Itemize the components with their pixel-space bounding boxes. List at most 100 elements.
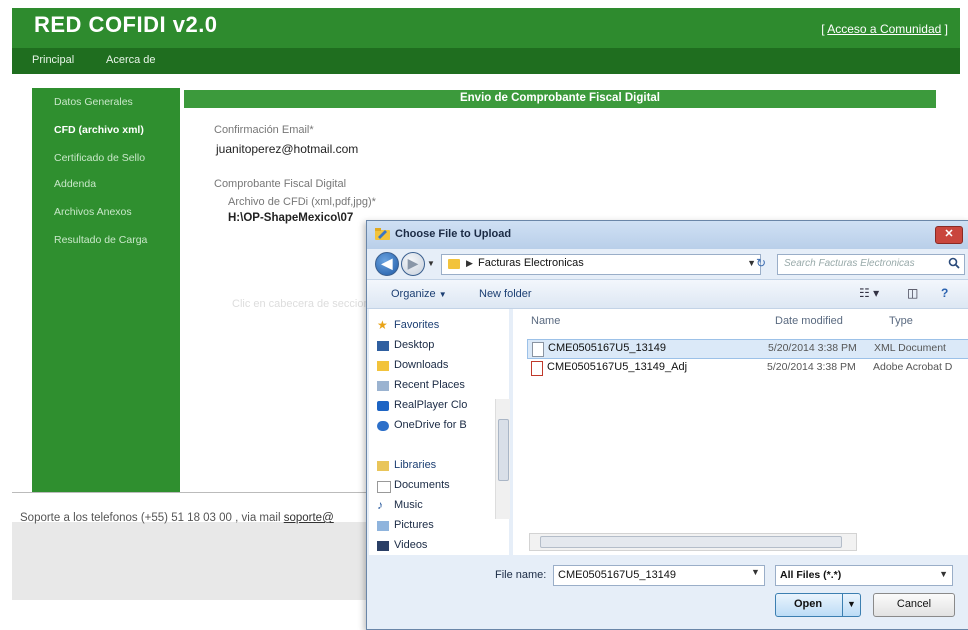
star-icon: ★ [377,318,388,332]
realplayer-label: RealPlayer Clo [394,399,468,411]
sidebar-item-certificado[interactable]: Certificado de Sello [54,152,145,164]
pdf-file-icon [531,361,543,376]
address-path[interactable]: Facturas Electronicas [478,257,584,269]
search-placeholder: Search Facturas Electronicas [784,258,915,269]
sidebar-item-cfd[interactable]: CFD (archivo xml) [54,124,144,136]
faded-hint: Clic en cabecera de seccion [232,298,370,310]
pictures-label: Pictures [394,519,434,531]
organize-label: Organize [391,288,436,300]
email-field[interactable]: juanitoperez@hotmail.com [216,142,358,156]
refresh-icon: ↻ [755,256,767,270]
cancel-button[interactable]: Cancel [873,593,955,617]
dialog-footer: File name: CME0505167U5_13149 ▼ All File… [367,555,968,629]
sidebar-item-datos-generales[interactable]: Datos Generales [54,96,133,108]
favorites-label: Favorites [394,319,440,331]
file-name-input[interactable]: CME0505167U5_13149 [553,565,765,586]
recent-places-label: Recent Places [394,379,465,391]
downloads-label: Downloads [394,359,449,371]
form-title-bar: Envio de Comprobante Fiscal Digital [184,90,936,108]
chevron-down-icon: ▼ [438,290,447,299]
file-type-filter-value: All Files (*.*) [780,569,842,581]
libraries-icon [377,461,389,471]
email-label: Confirmación Email* [214,124,314,136]
horizontal-scrollbar-thumb[interactable] [540,536,842,548]
desktop-label: Desktop [394,339,435,351]
back-button[interactable]: ◀ [375,252,399,276]
forward-arrow-icon: ▶ [407,255,419,271]
dialog-toolbar: Organize ▼ New folder ☷ ▾ ◫ ? [367,279,968,309]
file-date: 5/20/2014 3:38 PM [768,342,857,354]
organize-button[interactable]: Organize ▼ [391,288,447,300]
column-header-date[interactable]: Date modified [775,315,843,327]
forward-button[interactable]: ▶ [401,252,425,276]
cfd-section-label: Comprobante Fiscal Digital [214,178,347,190]
documents-icon [377,481,391,493]
open-button[interactable]: Open ▼ [775,593,861,617]
dialog-title: Choose File to Upload [395,228,512,240]
support-footer: Soporte a los telefonos (+55) 51 18 03 0… [20,512,334,524]
sidebar: Datos Generales CFD (archivo xml) Certif… [32,88,180,492]
form-title: Envio de Comprobante Fiscal Digital [459,92,660,104]
videos-icon [377,541,389,551]
breadcrumb-separator-icon[interactable]: ▶ [466,258,473,269]
search-input[interactable]: Search Facturas Electronicas [777,254,965,275]
file-name-value: CME0505167U5_13149 [558,569,677,581]
downloads-icon [377,361,389,371]
nav-scrollbar[interactable] [495,399,510,519]
column-header-type[interactable]: Type [889,315,913,327]
file-name-dropdown-icon[interactable]: ▼ [751,567,760,577]
music-icon: ♪ [377,498,383,512]
sidebar-item-archivos-anexos[interactable]: Archivos Anexos [54,206,132,218]
file-type: XML Document [874,342,946,354]
sidebar-item-resultado[interactable]: Resultado de Carga [54,234,147,246]
file-path-field[interactable]: H:\OP-ShapeMexico\07 [228,212,353,224]
support-text: Soporte a los telefonos (+55) 51 18 03 0… [20,512,281,524]
music-label: Music [394,499,423,511]
close-button[interactable]: ✕ [935,226,963,244]
column-header-name[interactable]: Name [531,315,560,327]
close-icon: ✕ [944,228,954,240]
refresh-button[interactable]: ↻ [751,256,771,273]
file-date: 5/20/2014 3:38 PM [767,361,856,373]
realplayer-icon [377,401,389,411]
file-type-filter[interactable]: All Files (*.*) ▼ [775,565,953,586]
back-arrow-icon: ◀ [381,255,393,271]
folder-icon [448,259,460,269]
preview-pane-icon[interactable]: ◫ [907,286,918,300]
libraries-label: Libraries [394,459,437,471]
recent-locations-dropdown[interactable]: ▼ [427,259,435,268]
sidebar-item-addenda[interactable]: Addenda [54,178,96,190]
onedrive-icon [377,421,389,431]
file-list: Name Date modified Type CME0505167U5_131… [513,309,968,575]
nav-principal[interactable]: Principal [32,54,74,66]
documents-label: Documents [394,479,450,491]
view-options-icon[interactable]: ☷ ▾ [859,286,879,300]
navigation-pane: ★ Favorites Desktop Downloads Recent Pla… [369,309,510,555]
file-name: CME0505167U5_13149_Adj [547,361,688,373]
help-icon[interactable]: ? [941,286,948,300]
community-link[interactable]: [ Acceso a Comunidad ] [821,22,948,36]
cancel-label: Cancel [896,598,932,610]
desktop-icon [377,341,389,351]
dialog-title-bar[interactable]: Choose File to Upload ✕ [367,221,968,249]
videos-label: Videos [394,539,428,551]
address-bar[interactable]: ▶ Facturas Electronicas ▼ [441,254,761,275]
new-folder-button[interactable]: New folder [479,288,532,300]
recent-places-icon [377,381,389,391]
open-split-dropdown-icon[interactable]: ▼ [842,594,860,616]
site-header: RED COFIDI v2.0 [ Acceso a Comunidad ] [12,8,960,48]
horizontal-scrollbar[interactable] [529,533,857,551]
nav-acerca-de[interactable]: Acerca de [106,54,156,66]
file-row[interactable]: CME0505167U5_13149 5/20/2014 3:38 PM XML… [527,339,968,359]
open-label: Open [794,598,823,610]
onedrive-label: OneDrive for B [394,419,467,431]
nav-scrollbar-thumb[interactable] [498,419,509,481]
file-name: CME0505167U5_13149 [548,342,667,354]
support-mail-link[interactable]: soporte@ [284,512,334,524]
file-field-label: Archivo de CFDi (xml,pdf,jpg)* [228,196,376,208]
filter-dropdown-icon[interactable]: ▼ [939,569,948,579]
community-link-label[interactable]: Acceso a Comunidad [827,22,941,36]
file-type: Adobe Acrobat D [873,361,953,373]
search-icon[interactable] [948,257,960,269]
file-row[interactable]: CME0505167U5_13149_Adj 5/20/2014 3:38 PM… [527,359,967,377]
